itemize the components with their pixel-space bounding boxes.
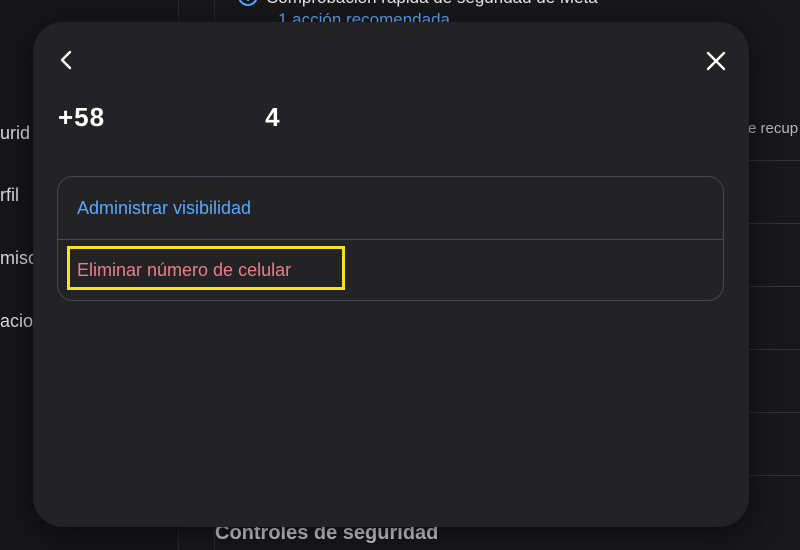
phone-number: +58 4 [58,102,281,133]
divider [748,475,800,476]
divider [748,412,800,413]
phone-number-dialog: +58 4 Administrar visibilidad Eliminar nú… [33,22,749,527]
phone-number-prefix: +58 [58,102,106,132]
remove-phone-number-option[interactable]: Eliminar número de celular [58,239,723,300]
chevron-left-icon [60,50,72,70]
divider [748,160,800,161]
phone-number-suffix: 4 [265,102,281,132]
close-button[interactable] [699,44,733,78]
divider [748,349,800,350]
phone-options-list: Administrar visibilidad Eliminar número … [57,176,724,301]
back-button[interactable] [51,44,83,76]
sidebar-item-profile[interactable]: rfil [0,185,19,206]
security-checkup-title: Comprobación rápida de seguridad de Meta [266,0,598,8]
info-icon: i [238,0,258,6]
divider [748,223,800,224]
sidebar-item-security[interactable]: urid [0,123,30,144]
divider [748,286,800,287]
recovery-text-fragment: e recup [748,120,799,137]
manage-visibility-option[interactable]: Administrar visibilidad [58,177,723,239]
close-icon [706,51,726,71]
